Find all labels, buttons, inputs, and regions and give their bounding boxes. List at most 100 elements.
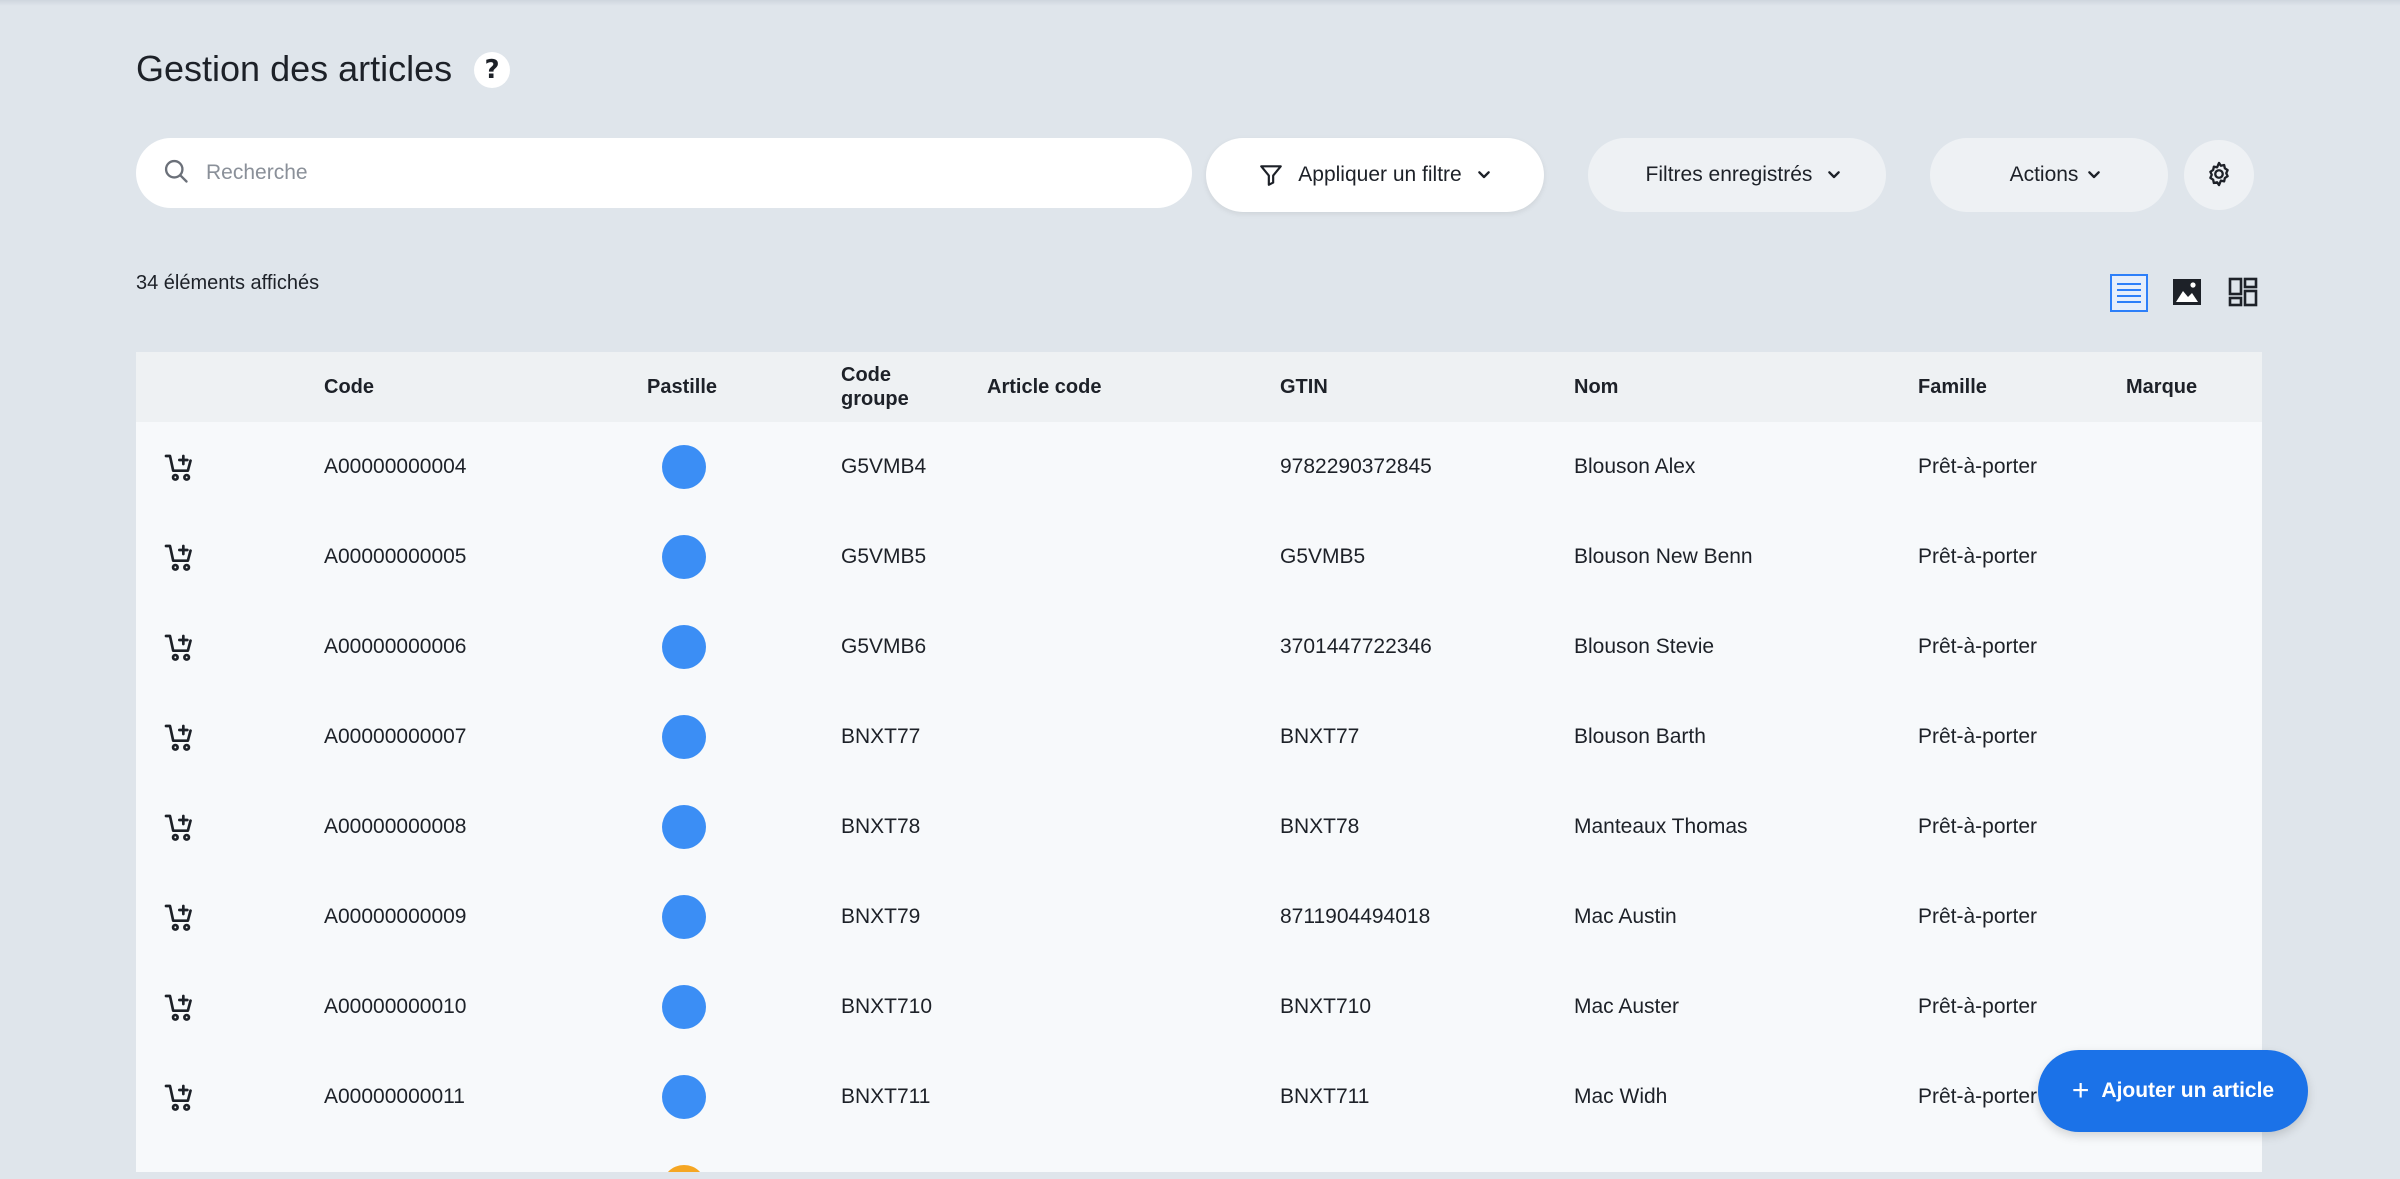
cell-nom: Blouson Stevie — [1574, 635, 1715, 658]
plus-icon: + — [2071, 1074, 2090, 1107]
image-view-button[interactable] — [2168, 274, 2206, 312]
add-article-button[interactable]: + Ajouter un article — [2038, 1050, 2308, 1132]
cell-code: A00000000010 — [324, 995, 467, 1018]
grid-view-button[interactable] — [2224, 274, 2262, 312]
cell-code: A00000000006 — [324, 635, 467, 658]
table-row[interactable] — [136, 1142, 2262, 1172]
help-button[interactable]: ? — [474, 52, 510, 88]
header-gtin[interactable]: GTIN — [1280, 352, 1328, 422]
cell-nom: Blouson Barth — [1574, 725, 1706, 748]
add-article-label: Ajouter un article — [2101, 1079, 2275, 1102]
pastille-dot — [662, 535, 706, 579]
grid-view-icon — [2228, 277, 2258, 310]
table-row[interactable]: A00000000011 BNXT711 BNXT711 Mac Widh Pr… — [136, 1052, 2262, 1142]
list-view-icon — [2116, 281, 2142, 306]
pastille-dot — [662, 625, 706, 669]
chevron-down-icon — [2086, 167, 2102, 183]
cell-code: A00000000005 — [324, 545, 467, 568]
cell-gtin: 3701447722346 — [1280, 635, 1432, 658]
add-to-cart-icon[interactable] — [164, 452, 196, 484]
cell-famille: Prêt-à-porter — [1918, 545, 2038, 568]
cell-famille: Prêt-à-porter — [1918, 1085, 2038, 1108]
articles-table: Code Pastille Code groupe Article code G… — [136, 352, 2262, 1172]
image-view-icon — [2172, 278, 2202, 309]
items-count: 34 éléments affichés — [136, 272, 320, 294]
cell-gtin: BNXT78 — [1280, 815, 1360, 838]
cell-nom: Blouson Alex — [1574, 455, 1696, 478]
table-header: Code Pastille Code groupe Article code G… — [136, 352, 2262, 422]
cell-nom: Manteaux Thomas — [1574, 815, 1748, 838]
header-marque[interactable]: Marque — [2126, 352, 2197, 422]
header-nom[interactable]: Nom — [1574, 352, 1618, 422]
cell-gtin: 8711904494018 — [1280, 905, 1431, 928]
chevron-down-icon — [1476, 167, 1492, 183]
table-row[interactable]: A00000000009 BNXT79 8711904494018 Mac Au… — [136, 872, 2262, 962]
add-to-cart-icon[interactable] — [164, 992, 196, 1024]
cell-gtin: BNXT711 — [1280, 1085, 1370, 1108]
header-famille[interactable]: Famille — [1918, 352, 1987, 422]
actions-button[interactable]: Actions — [1930, 138, 2168, 212]
add-to-cart-icon[interactable] — [164, 812, 196, 844]
cell-gtin: G5VMB5 — [1280, 545, 1366, 568]
add-to-cart-icon[interactable] — [164, 722, 196, 754]
cell-nom: Mac Widh — [1574, 1085, 1668, 1108]
search-bar[interactable] — [136, 138, 1192, 208]
table-row[interactable]: A00000000006 G5VMB6 3701447722346 Blouso… — [136, 602, 2262, 692]
cell-nom: Mac Auster — [1574, 995, 1680, 1018]
table-row[interactable]: A00000000005 G5VMB5 G5VMB5 Blouson New B… — [136, 512, 2262, 602]
cell-famille: Prêt-à-porter — [1918, 725, 2038, 748]
table-row[interactable]: A00000000008 BNXT78 BNXT78 Manteaux Thom… — [136, 782, 2262, 872]
pastille-dot — [662, 805, 706, 849]
page-title: Gestion des articles — [136, 48, 453, 89]
list-view-button[interactable] — [2110, 274, 2148, 312]
cell-famille: Prêt-à-porter — [1918, 455, 2038, 478]
cell-code-groupe: BNXT710 — [841, 995, 933, 1018]
table-row[interactable]: A00000000004 G5VMB4 9782290372845 Blouso… — [136, 422, 2262, 512]
add-to-cart-icon[interactable] — [164, 632, 196, 664]
cell-code-groupe: BNXT77 — [841, 725, 921, 748]
cell-gtin: BNXT710 — [1280, 995, 1372, 1018]
cell-code-groupe: BNXT711 — [841, 1085, 931, 1108]
cell-code-groupe: BNXT79 — [841, 905, 921, 928]
cell-famille: Prêt-à-porter — [1918, 905, 2038, 928]
cell-code: A00000000009 — [324, 905, 467, 928]
add-to-cart-icon[interactable] — [164, 902, 196, 934]
table-row[interactable]: A00000000007 BNXT77 BNXT77 Blouson Barth… — [136, 692, 2262, 782]
cell-code: A00000000007 — [324, 725, 467, 748]
header-code-groupe[interactable]: Code groupe — [841, 352, 909, 422]
cell-nom: Mac Austin — [1574, 905, 1677, 928]
chevron-down-icon — [1826, 167, 1842, 183]
settings-button[interactable] — [2184, 140, 2254, 210]
pastille-dot — [662, 445, 706, 489]
pastille-dot — [662, 1075, 706, 1119]
cell-famille: Prêt-à-porter — [1918, 995, 2038, 1018]
header-code[interactable]: Code — [324, 352, 374, 422]
cell-gtin: BNXT77 — [1280, 725, 1360, 748]
cell-code-groupe: G5VMB5 — [841, 545, 927, 568]
apply-filter-button[interactable]: Appliquer un filtre — [1206, 138, 1544, 212]
header-code-groupe-line1: Code — [841, 364, 891, 386]
cell-code: A00000000004 — [324, 455, 467, 478]
add-to-cart-icon[interactable] — [164, 542, 196, 574]
header-article-code[interactable]: Article code — [987, 352, 1101, 422]
gear-icon — [2205, 160, 2233, 191]
add-to-cart-icon[interactable] — [164, 1082, 196, 1114]
pastille-dot — [662, 985, 706, 1029]
saved-filters-button[interactable]: Filtres enregistrés — [1588, 138, 1886, 212]
table-row[interactable]: A00000000010 BNXT710 BNXT710 Mac Auster … — [136, 962, 2262, 1052]
search-input[interactable] — [206, 161, 1166, 185]
cell-code: A00000000011 — [324, 1085, 465, 1108]
pastille-dot — [662, 895, 706, 939]
apply-filter-label: Appliquer un filtre — [1298, 163, 1462, 186]
header-pastille[interactable]: Pastille — [647, 352, 717, 422]
cell-code-groupe: G5VMB4 — [841, 455, 927, 478]
pastille-dot — [662, 1165, 706, 1172]
search-icon — [162, 157, 190, 190]
cell-code-groupe: G5VMB6 — [841, 635, 927, 658]
cell-famille: Prêt-à-porter — [1918, 815, 2038, 838]
cell-code: A00000000008 — [324, 815, 467, 838]
pastille-dot — [662, 715, 706, 759]
header-code-groupe-line2: groupe — [841, 388, 909, 410]
actions-label: Actions — [2009, 163, 2079, 186]
cell-gtin: 9782290372845 — [1280, 455, 1432, 478]
